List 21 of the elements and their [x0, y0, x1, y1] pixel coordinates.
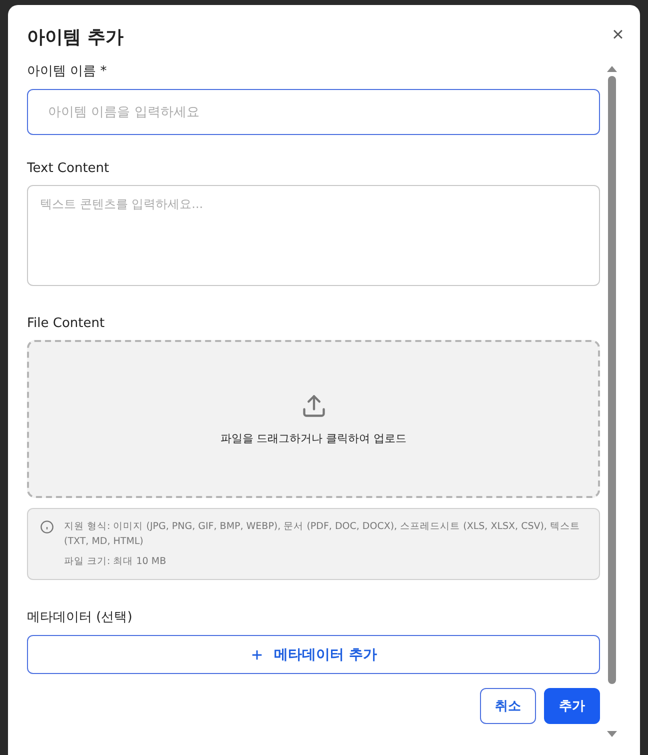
supported-formats-text: 지원 형식: 이미지 (JPG, PNG, GIF, BMP, WEBP), 문서 (PDF, DOC, DOCX), 스프레드시트 (XLS, XLSX, CSV), 텍스트 (TXT, MD, HTML) [64, 520, 581, 549]
scrollbar-thumb[interactable] [608, 76, 616, 684]
name-input-field[interactable]: 아이템 이름을 입력하세요 [27, 89, 600, 135]
info-icon [40, 520, 54, 534]
file-size-text: 파일 크기: 최대 10 MB [64, 555, 168, 569]
dialog-title: 아이템 추가 [27, 26, 124, 49]
scroll-up-icon[interactable] [607, 66, 617, 72]
plus-icon [250, 648, 264, 662]
metadata-label: 메타데이터 (선택) [27, 609, 134, 626]
upload-icon [300, 392, 326, 418]
field-label: 아이템 이름 * [27, 63, 108, 80]
file-drop-zone[interactable]: 파일을 드래그하거나 클릭하여 업로드 [27, 340, 600, 498]
cancel-button[interactable]: 취소 [480, 688, 536, 724]
add-button[interactable]: 추가 [544, 688, 600, 724]
add-metadata-button[interactable]: 메타데이터 추가 [27, 635, 600, 674]
field-label: Text Content [27, 161, 110, 176]
close-button[interactable]: × [610, 25, 626, 45]
field-label: File Content [27, 316, 106, 331]
scroll-down-icon[interactable] [607, 731, 617, 737]
text-content-field[interactable]: 텍스트 콘텐츠를 입력하세요... [27, 185, 600, 286]
drop-prompt: 파일을 드래그하거나 클릭하여 업로드 [220, 430, 407, 446]
